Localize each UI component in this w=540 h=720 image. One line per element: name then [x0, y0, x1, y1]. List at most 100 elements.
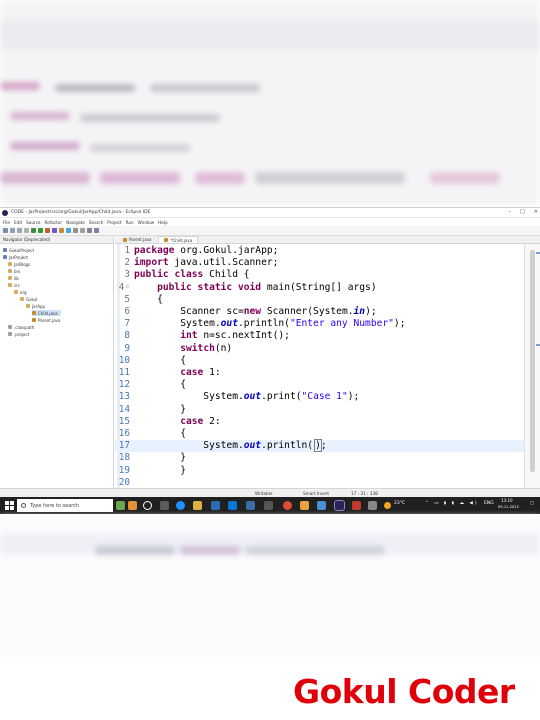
tree-item-parent-java[interactable]: Parent.java: [32, 317, 60, 323]
tree-item-project[interactable]: .project: [8, 331, 29, 337]
code-line[interactable]: 9 switch(n): [115, 343, 524, 355]
system-tray-icons[interactable]: ⌃ ▭ ◗ ◖ ☁ ◀): [425, 501, 479, 506]
app-icon[interactable]: [160, 501, 169, 510]
new-java-project-icon[interactable]: [52, 228, 57, 233]
open-type-icon[interactable]: [73, 228, 78, 233]
menu-search[interactable]: Search: [89, 220, 103, 225]
notification-icon[interactable]: ▢: [530, 501, 534, 506]
tree-item-org[interactable]: org: [14, 289, 27, 295]
taskbar-search-box[interactable]: Type here to search: [17, 499, 113, 512]
menu-navigate[interactable]: Navigate: [66, 220, 85, 225]
code-token: }: [134, 403, 186, 415]
menu-run[interactable]: Run: [126, 220, 134, 225]
code-line[interactable]: 1 package org.Gokul.jarApp;: [115, 245, 524, 257]
windows-start-icon[interactable]: [5, 501, 14, 510]
menu-source[interactable]: Source: [26, 220, 40, 225]
code-line[interactable]: 15 case 2:: [115, 416, 524, 428]
editor-scrollbar[interactable]: [524, 244, 540, 488]
print-icon[interactable]: [24, 228, 29, 233]
tree-item-gokulproject[interactable]: GokulProject: [3, 247, 34, 253]
new-class-icon[interactable]: [66, 228, 71, 233]
app-icon[interactable]: [368, 501, 377, 510]
forward-icon[interactable]: [94, 228, 99, 233]
code-line[interactable]: 12 {: [115, 379, 524, 391]
file-explorer-icon[interactable]: [193, 501, 202, 510]
code-line[interactable]: 14 }: [115, 404, 524, 416]
code-line[interactable]: 20: [115, 477, 524, 488]
code-line[interactable]: 10 {: [115, 355, 524, 367]
tree-item-child-java[interactable]: Child.java: [32, 310, 61, 316]
menu-file[interactable]: File: [3, 220, 10, 225]
save-all-icon[interactable]: [17, 228, 22, 233]
line-number: 19: [118, 464, 130, 476]
code-line[interactable]: 18 }: [115, 452, 524, 464]
pinned-app-icon[interactable]: [128, 501, 137, 510]
code-token: }: [134, 464, 186, 476]
external-tools-icon[interactable]: [45, 228, 50, 233]
line-number: 3: [124, 269, 130, 281]
debug-icon[interactable]: [31, 228, 36, 233]
close-button[interactable]: ✕: [534, 209, 538, 215]
code-line[interactable]: 7 System.out.println("Enter any Number")…: [115, 318, 524, 330]
code-line[interactable]: 3 public class Child {: [115, 269, 524, 281]
explorer-tab[interactable]: Navigator (Deprecated): [0, 236, 113, 244]
code-editor[interactable]: 1 package org.Gokul.jarApp; 2 import java.u…: [115, 244, 524, 488]
mail-icon[interactable]: [228, 501, 237, 510]
input-language[interactable]: ENG: [484, 501, 494, 506]
menu-window[interactable]: Window: [138, 220, 155, 225]
line-number: 10: [118, 354, 130, 366]
scrollbar-thumb[interactable]: [530, 250, 535, 472]
code-line[interactable]: 8 int n=sc.nextInt();: [115, 330, 524, 342]
code-line[interactable]: 11 case 1:: [115, 367, 524, 379]
weather-temperature[interactable]: 23°C: [394, 501, 405, 506]
back-icon[interactable]: [87, 228, 92, 233]
tree-item-gokul[interactable]: Gokul: [20, 296, 37, 302]
task-view-icon[interactable]: [143, 501, 152, 510]
tree-item-bin[interactable]: bin: [8, 268, 20, 274]
minimize-button[interactable]: –: [509, 209, 512, 215]
clock-time[interactable]: 13:10: [501, 498, 513, 503]
weather-icon[interactable]: [384, 502, 391, 509]
code-line[interactable]: 2 import java.util.Scanner;: [115, 257, 524, 269]
chrome-icon[interactable]: [283, 501, 292, 510]
code-line[interactable]: 5 {: [115, 294, 524, 306]
app-icon[interactable]: [352, 501, 361, 510]
store-icon[interactable]: [211, 501, 220, 510]
line-number: 14: [118, 403, 130, 415]
code-line[interactable]: 16 {: [115, 428, 524, 440]
code-line[interactable]: 4◦ public static void main(String[] args…: [115, 282, 524, 294]
tree-item-src[interactable]: src: [8, 282, 20, 288]
save-icon[interactable]: [10, 228, 15, 233]
code-line[interactable]: 17 System.out.println();: [115, 439, 524, 453]
line-number: 4◦: [118, 281, 130, 293]
menu-edit[interactable]: Edit: [14, 220, 22, 225]
tree-item-jarblogs[interactable]: JarBlogs: [8, 261, 30, 267]
app-icon[interactable]: [317, 501, 326, 510]
widget-icon[interactable]: [116, 501, 125, 510]
tree-item-jarapp[interactable]: JarApp: [26, 303, 45, 309]
eclipse-taskbar-icon[interactable]: [334, 500, 345, 511]
run-icon[interactable]: [38, 228, 43, 233]
new-package-icon[interactable]: [59, 228, 64, 233]
code-line[interactable]: 19 }: [115, 465, 524, 477]
code-token: System.: [134, 318, 221, 330]
app-icon[interactable]: [300, 501, 309, 510]
edge-icon[interactable]: [176, 501, 185, 510]
code-line[interactable]: 13 System.out.print("Case 1");: [115, 391, 524, 403]
menu-help[interactable]: Help: [158, 220, 168, 225]
new-icon[interactable]: [3, 228, 8, 233]
tree-item-jarproject[interactable]: JarProject: [3, 254, 28, 260]
tab-child-java[interactable]: *Child.java: [158, 236, 199, 243]
maximize-button[interactable]: □: [520, 209, 525, 215]
app-icon[interactable]: [246, 501, 255, 510]
search-icon[interactable]: [80, 228, 85, 233]
folder-icon: [14, 290, 18, 294]
app-icon[interactable]: [264, 501, 273, 510]
code-line[interactable]: 6 Scanner sc=new Scanner(System.in);: [115, 306, 524, 318]
tree-item-lib[interactable]: lib: [8, 275, 19, 281]
menu-refactor[interactable]: Refactor: [45, 220, 63, 225]
tree-item-classpath[interactable]: .classpath: [8, 324, 34, 330]
menu-project[interactable]: Project: [107, 220, 121, 225]
clock-date[interactable]: 09-11-2022: [498, 505, 519, 509]
tab-parent-java[interactable]: Parent.java: [118, 236, 156, 243]
